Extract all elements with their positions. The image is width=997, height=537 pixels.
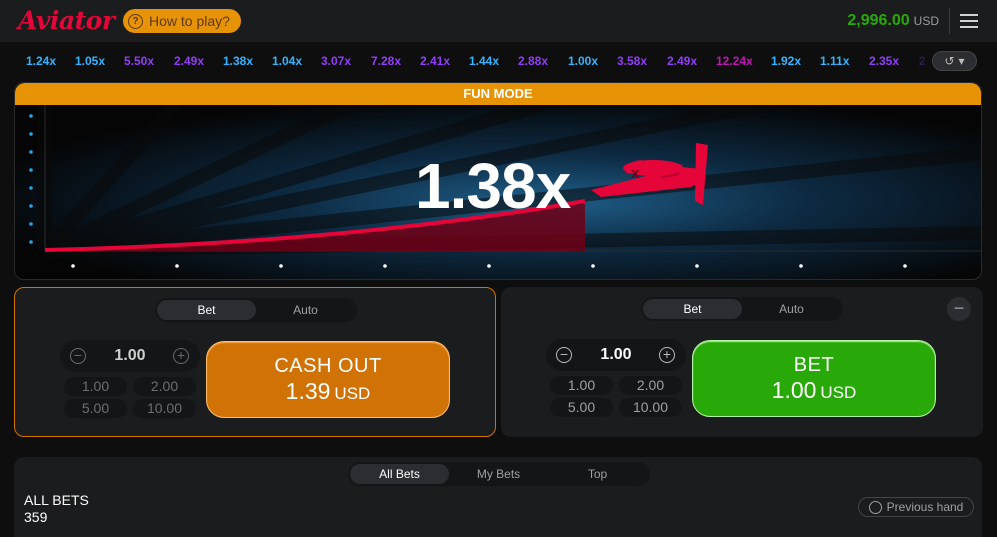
aviator-logo: Aviator	[18, 6, 115, 35]
menu-divider	[949, 8, 950, 34]
history-fade	[900, 42, 930, 80]
history-multiplier[interactable]: 1.04x	[272, 54, 302, 68]
bet-amount-input[interactable]: 1.00	[582, 346, 650, 364]
bet-amount-stepper: − 1.00 +	[60, 340, 200, 372]
bet-amount-stepper: − 1.00 +	[546, 339, 686, 371]
history-multiplier[interactable]: 3.07x	[321, 54, 351, 68]
tab-auto[interactable]: Auto	[256, 300, 355, 320]
balance-display: 2,996.00 USD	[847, 12, 939, 30]
history-multiplier[interactable]: 1.11x	[820, 54, 849, 68]
bet-amount-input[interactable]: 1.00	[96, 347, 164, 365]
bet-auto-switch: Bet Auto	[641, 297, 843, 321]
quick-amount-chip[interactable]: 2.00	[133, 377, 196, 396]
history-multiplier[interactable]: 2.88x	[518, 54, 548, 68]
bet-panel-1: Bet Auto − 1.00 + 1.00 2.00 5.00 10.00 C…	[14, 287, 496, 437]
all-bets-title: ALL BETS	[24, 492, 89, 508]
clock-icon	[868, 500, 882, 514]
quick-amount-chip[interactable]: 1.00	[550, 376, 613, 395]
quick-amount-chip[interactable]: 10.00	[133, 399, 196, 418]
history-multiplier[interactable]: 1.05x	[75, 54, 105, 68]
history-multiplier[interactable]: 1.00x	[568, 54, 598, 68]
hamburger-menu-icon[interactable]	[960, 14, 978, 28]
previous-hand-button[interactable]: Previous hand	[858, 497, 974, 517]
tab-auto[interactable]: Auto	[742, 299, 841, 319]
increase-button[interactable]: +	[173, 348, 189, 364]
cash-out-label: CASH OUT	[274, 354, 382, 377]
bet-button[interactable]: BET 1.00 USD	[692, 340, 936, 417]
quick-amount-chip[interactable]: 2.00	[619, 376, 682, 395]
history-multiplier[interactable]: 1.38x	[223, 54, 253, 68]
history-clock-icon: ↺	[944, 54, 955, 68]
game-canvas: X FUN MODE 1.38x	[14, 82, 982, 280]
all-bets-count: 359	[24, 509, 48, 525]
history-multiplier[interactable]: 3.58x	[617, 54, 647, 68]
history-toggle-button[interactable]: ↺ ▾	[932, 51, 977, 71]
top-bar: Aviator ? How to play? 2,996.00 USD	[0, 0, 997, 42]
bets-tabs: All Bets My Bets Top	[348, 462, 650, 486]
question-icon: ?	[128, 13, 143, 29]
tab-top[interactable]: Top	[548, 464, 647, 484]
bet-auto-switch: Bet Auto	[155, 298, 357, 322]
balance-amount: 2,996.00	[847, 12, 910, 29]
how-to-play-label: How to play?	[149, 13, 230, 29]
history-multiplier[interactable]: 1.92x	[771, 54, 801, 68]
tab-all-bets[interactable]: All Bets	[350, 464, 449, 484]
fun-mode-banner: FUN MODE	[15, 83, 981, 105]
decrease-button[interactable]: −	[70, 348, 86, 364]
history-multiplier[interactable]: 5.50x	[124, 54, 154, 68]
bet-amount: 1.00 USD	[771, 376, 857, 403]
quick-amount-chip[interactable]: 10.00	[619, 398, 682, 417]
tab-bet[interactable]: Bet	[643, 299, 742, 319]
multiplier-history: 1.24x 1.05x 5.50x 2.49x 1.38x 1.04x 3.07x 7.28x…	[0, 42, 997, 80]
history-multiplier[interactable]: 2.41x	[420, 54, 450, 68]
balance-currency: USD	[913, 14, 939, 28]
history-multiplier[interactable]: 2.49x	[174, 54, 204, 68]
cash-out-button[interactable]: CASH OUT 1.39 USD	[206, 341, 450, 418]
history-multiplier[interactable]: 1.44x	[469, 54, 499, 68]
quick-amount-chip[interactable]: 5.00	[550, 398, 613, 417]
bet-panel-2: Bet Auto − − 1.00 + 1.00 2.00 5.00 10.00…	[501, 287, 983, 437]
cash-out-amount: 1.39 USD	[285, 377, 371, 404]
tab-bet[interactable]: Bet	[157, 300, 256, 320]
decrease-button[interactable]: −	[556, 347, 572, 363]
all-bets-summary: ALL BETS 359	[24, 492, 89, 526]
remove-panel-button[interactable]: −	[947, 297, 971, 321]
how-to-play-button[interactable]: ? How to play?	[123, 9, 241, 33]
tab-my-bets[interactable]: My Bets	[449, 464, 548, 484]
previous-hand-label: Previous hand	[886, 500, 964, 514]
quick-amount-chip[interactable]: 5.00	[64, 399, 127, 418]
history-multiplier[interactable]: 2.49x	[667, 54, 697, 68]
bets-panel: All Bets My Bets Top ALL BETS 359 Previo…	[14, 457, 982, 537]
increase-button[interactable]: +	[659, 347, 675, 363]
chevron-down-icon: ▾	[958, 54, 965, 68]
history-multiplier[interactable]: 1.24x	[26, 54, 56, 68]
history-multiplier[interactable]: 12.24x	[716, 54, 753, 68]
current-multiplier: 1.38x	[415, 150, 571, 222]
quick-amount-chip[interactable]: 1.00	[64, 377, 127, 396]
history-multiplier[interactable]: 2.35x	[869, 54, 899, 68]
svg-text:X: X	[631, 168, 640, 181]
bet-label: BET	[793, 353, 835, 376]
history-multiplier[interactable]: 7.28x	[371, 54, 401, 68]
